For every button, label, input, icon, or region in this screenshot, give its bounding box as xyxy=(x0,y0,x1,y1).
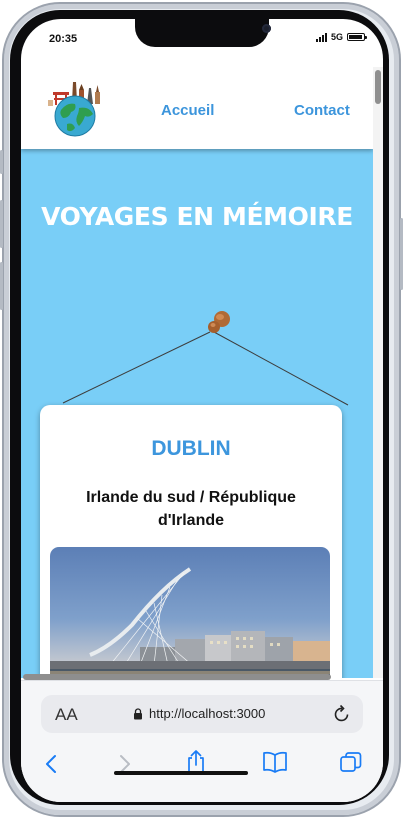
vertical-scroll-thumb[interactable] xyxy=(375,70,381,104)
volume-up-button xyxy=(0,200,3,248)
network-type: 5G xyxy=(330,32,343,42)
card-country-subtitle: Irlande du sud / République d'Irlande xyxy=(86,489,296,529)
nav-link-accueil[interactable]: Accueil xyxy=(161,102,214,119)
phone-screen: 20:35 5G Accueil Contact VOYAGES EN MÉMO… xyxy=(21,19,383,802)
pushpin-icon xyxy=(208,311,230,333)
status-time: 20:35 xyxy=(49,33,78,45)
url-text: http://localhost:3000 xyxy=(149,706,266,721)
text-size-label: AA xyxy=(55,705,78,724)
browser-bottom-bar: AA http://localhost:3000 xyxy=(21,680,383,802)
notch xyxy=(135,19,271,47)
status-indicators: 5G xyxy=(315,32,367,42)
vertical-scrollbar[interactable] xyxy=(373,67,383,678)
web-page[interactable]: Accueil Contact VOYAGES EN MÉMOIRE DUBLI… xyxy=(21,67,373,678)
nav-link-contact[interactable]: Contact xyxy=(294,102,350,119)
silent-switch xyxy=(0,150,3,174)
front-camera xyxy=(262,24,271,33)
reload-icon[interactable] xyxy=(333,704,351,724)
card-hanger xyxy=(62,311,349,406)
samuel-beckett-bridge-image xyxy=(50,547,330,678)
site-navbar: Accueil Contact xyxy=(21,67,373,149)
volume-down-button xyxy=(0,262,3,310)
battery-icon xyxy=(347,33,367,41)
text-size-icon[interactable]: AA xyxy=(55,705,78,725)
url-field[interactable]: http://localhost:3000 xyxy=(133,706,265,721)
card-city-title: DUBLIN xyxy=(151,437,231,460)
destination-card[interactable]: DUBLIN Irlande du sud / République d'Irl… xyxy=(40,405,342,678)
back-arrow-icon[interactable] xyxy=(43,753,61,775)
dublin-photo xyxy=(50,547,330,678)
tabs-icon[interactable] xyxy=(339,751,363,775)
globe-landmarks-logo[interactable] xyxy=(43,78,107,138)
lock-icon xyxy=(134,707,142,719)
home-indicator[interactable] xyxy=(114,771,248,775)
bookmarks-icon[interactable] xyxy=(262,751,288,773)
address-bar[interactable]: AA http://localhost:3000 xyxy=(41,695,363,733)
signal-icon xyxy=(315,32,327,42)
page-title: VOYAGES EN MÉMOIRE xyxy=(41,202,353,231)
